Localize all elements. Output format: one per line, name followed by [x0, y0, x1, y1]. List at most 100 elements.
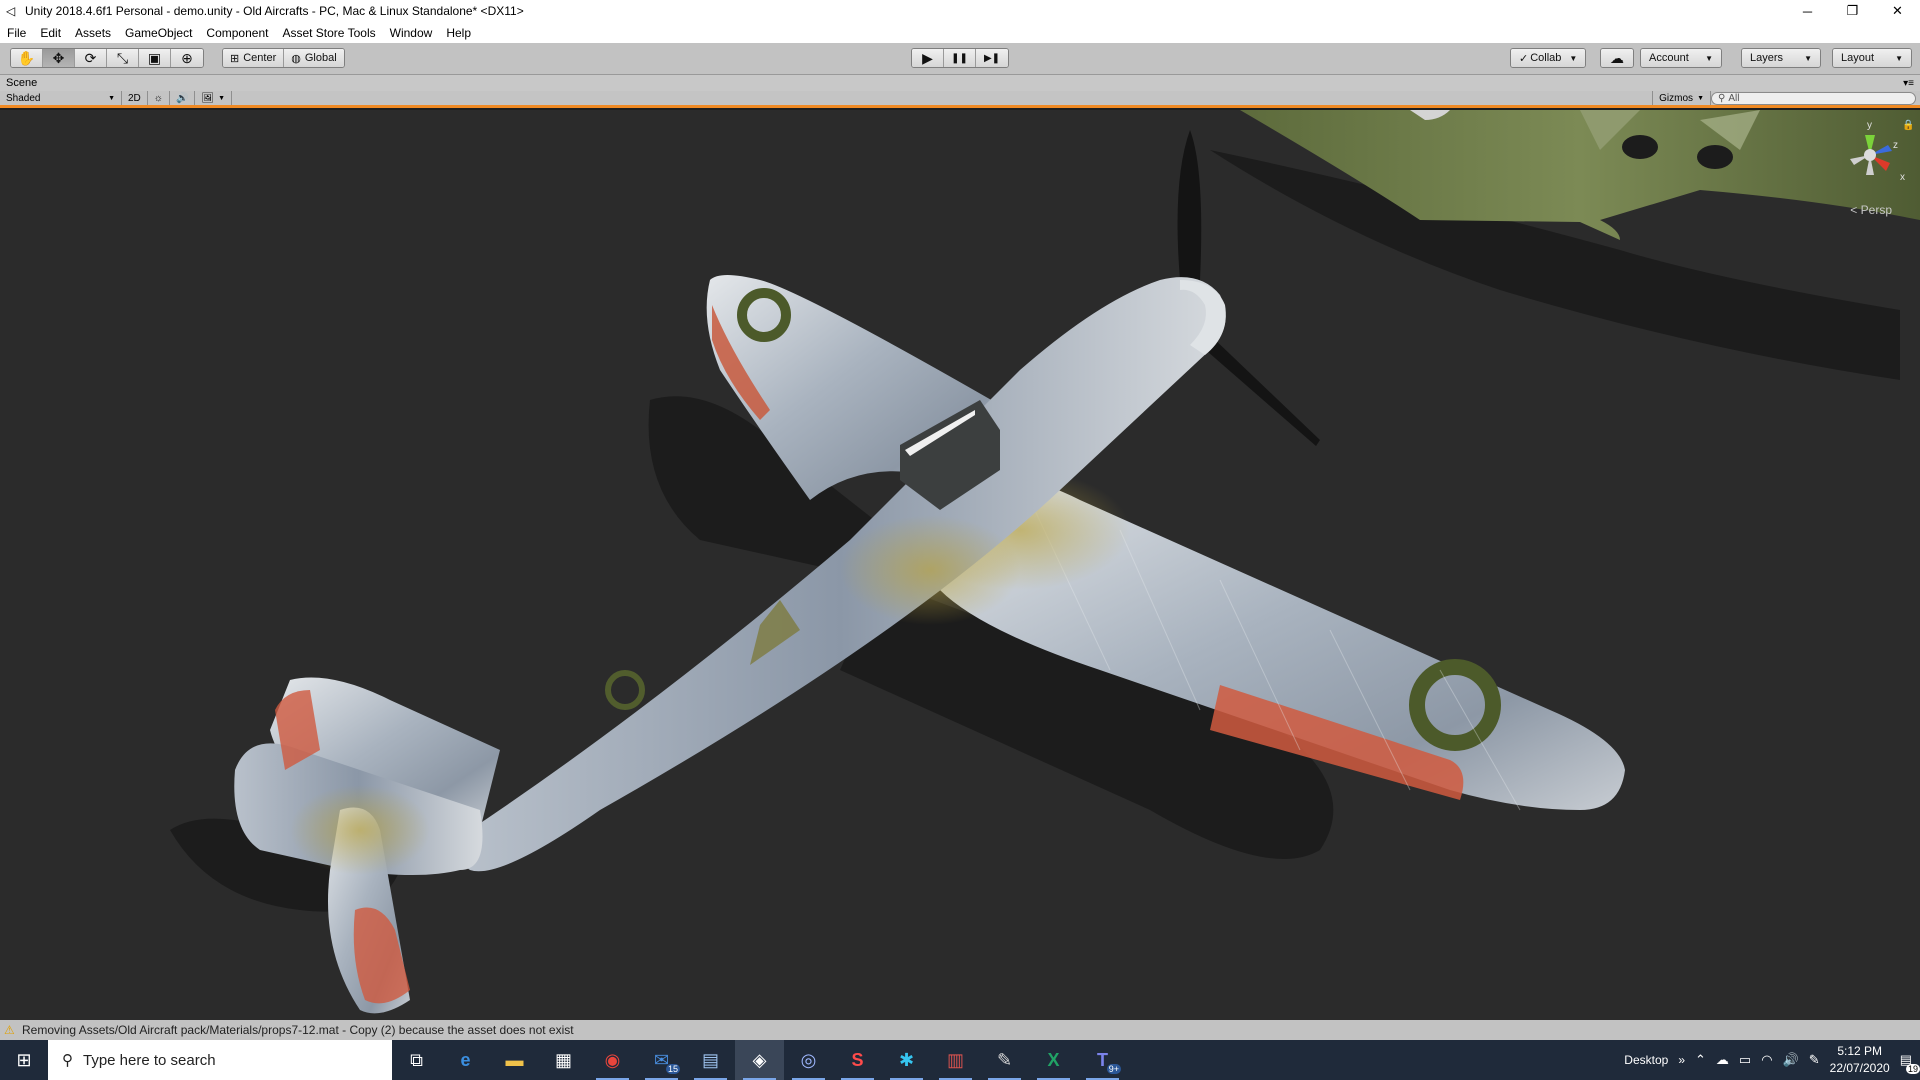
rotate-tool-button[interactable]: ⟳ [75, 49, 107, 67]
taskbar-app-slack[interactable]: ✱ [882, 1040, 931, 1080]
pause-button[interactable]: ❚❚ [944, 49, 976, 67]
title-bar: ◁ Unity 2018.4.6f1 Personal - demo.unity… [0, 0, 1920, 22]
chevron-down-icon: ▼ [1569, 53, 1578, 63]
layout-button[interactable]: Layout ▼ [1833, 49, 1911, 67]
gizmos-dropdown[interactable]: Gizmos ▼ [1652, 91, 1711, 105]
menu-help[interactable]: Help [439, 26, 478, 40]
lighting-toggle[interactable]: ☼ [148, 91, 170, 105]
tray-expand-icon[interactable]: ⌃ [1695, 1052, 1706, 1068]
taskbar-app-edge[interactable]: e [441, 1040, 490, 1080]
menu-file[interactable]: File [0, 26, 33, 40]
task-view-icon: ⧉ [410, 1049, 423, 1070]
tail [234, 677, 500, 1014]
unity-logo-icon: ◁ [6, 4, 16, 18]
status-bar[interactable]: ⚠ Removing Assets/Old Aircraft pack/Mate… [0, 1020, 1920, 1040]
onedrive-icon[interactable]: ☁ [1716, 1052, 1729, 1068]
taskbar-app-remote[interactable]: ▤ [686, 1040, 735, 1080]
pen-icon[interactable]: ✎ [1809, 1052, 1820, 1068]
taskbar-app-excel[interactable]: X [1029, 1040, 1078, 1080]
taskbar-search-input[interactable]: ⚲ Type here to search [48, 1040, 392, 1080]
taskbar-app-chrome[interactable]: ◉ [588, 1040, 637, 1080]
menu-gameobject[interactable]: GameObject [118, 26, 199, 40]
mail-badge: 15 [665, 1064, 680, 1074]
scene-toolbar: Shaded ▼ 2D ☼ 🔊 🖼 ▼ Gizmos ▼ ⚲ All [0, 91, 1920, 108]
taskbar-app-file-explorer[interactable]: ▬ [490, 1040, 539, 1080]
axis-z-label: z [1893, 140, 1898, 151]
cinema-icon: ◎ [800, 1049, 817, 1070]
layers-dropdown[interactable]: Layers ▼ [1741, 48, 1821, 68]
hand-tool-button[interactable]: ✋ [11, 49, 43, 67]
layers-button[interactable]: Layers ▼ [1742, 49, 1820, 67]
lock-icon: 🔒 [1902, 119, 1914, 131]
chrome-icon: ◉ [604, 1049, 621, 1070]
scene-search-input[interactable]: ⚲ All [1711, 91, 1916, 105]
folder-icon: ▬ [505, 1049, 524, 1070]
remote-desktop-icon: ▤ [701, 1049, 719, 1070]
projection-label[interactable]: < Persp [1850, 203, 1892, 217]
rect-tool-button[interactable]: ▣ [139, 49, 171, 67]
draw-mode-label: Shaded [6, 92, 41, 104]
wifi-icon[interactable]: ◠ [1761, 1052, 1772, 1068]
chevron-down-icon: ▼ [108, 94, 115, 102]
layout-dropdown[interactable]: Layout ▼ [1832, 48, 1912, 68]
menu-edit[interactable]: Edit [33, 26, 68, 40]
start-button[interactable]: ⊞ [0, 1040, 48, 1080]
chevron-down-icon: ▼ [1705, 53, 1713, 63]
transform-tool-button[interactable]: ⊕ [171, 49, 203, 67]
taskbar-app-mail[interactable]: ✉ 15 [637, 1040, 686, 1080]
search-icon: ⚲ [62, 1052, 73, 1069]
space-global-button[interactable]: ◍ Global [284, 49, 344, 67]
taskbar-app-teams[interactable]: T 9+ [1078, 1040, 1127, 1080]
taskbar-app-substance[interactable]: S [833, 1040, 882, 1080]
battery-icon[interactable]: ▭ [1739, 1052, 1751, 1068]
collab-button[interactable]: ✓ Collab ▼ [1511, 49, 1586, 67]
move-tool-button[interactable]: ✥ [43, 49, 75, 67]
taskbar-app-archive[interactable]: ▥ [931, 1040, 980, 1080]
substance-icon: S [851, 1049, 864, 1070]
effects-dropdown[interactable]: 🖼 ▼ [195, 91, 233, 105]
toggle-2d-button[interactable]: 2D [122, 91, 148, 105]
account-label: Account [1649, 52, 1689, 64]
notification-center-icon[interactable]: ▤ 19 [1900, 1052, 1920, 1074]
step-button[interactable]: ▶❚ [976, 49, 1008, 67]
scene-tab-header: Scene ▾≡ [0, 75, 1920, 91]
scale-tool-button[interactable]: ⤡ [107, 49, 139, 67]
taskbar-app-store[interactable]: ▦ [539, 1040, 588, 1080]
clock[interactable]: 5:12 PM 22/07/2020 [1830, 1043, 1890, 1077]
taskbar-app-task-view[interactable]: ⧉ [392, 1040, 441, 1080]
scene-viewport[interactable]: y z x 🔒 < Persp [0, 110, 1920, 1020]
tab-scene[interactable]: Scene [0, 77, 1903, 89]
draw-mode-dropdown[interactable]: Shaded ▼ [0, 91, 122, 105]
menu-asset-store-tools[interactable]: Asset Store Tools [275, 26, 382, 40]
menu-window[interactable]: Window [383, 26, 440, 40]
scene-render: y z x 🔒 [170, 110, 1920, 1014]
pivot-center-button[interactable]: ⊞ Center [223, 49, 285, 67]
taskbar-app-unity[interactable]: ◈ [735, 1040, 784, 1080]
taskbar-app-paint[interactable]: ✎ [980, 1040, 1029, 1080]
chevron-down-icon: ▼ [1697, 94, 1704, 102]
collab-label: Collab [1530, 52, 1562, 64]
account-dropdown[interactable]: Account ▼ [1640, 48, 1722, 68]
notification-count: 19 [1905, 1064, 1920, 1074]
taskbar-app-cinema[interactable]: ◎ [784, 1040, 833, 1080]
restore-button[interactable]: ❐ [1830, 0, 1875, 22]
pause-icon: ❚❚ [951, 52, 968, 64]
menu-assets[interactable]: Assets [68, 26, 118, 40]
desktop-toolbar-label[interactable]: Desktop [1624, 1053, 1668, 1067]
panel-menu-icon[interactable]: ▾≡ [1903, 78, 1920, 89]
play-button[interactable]: ▶ [912, 49, 944, 67]
paint-icon: ✎ [996, 1049, 1013, 1070]
close-button[interactable]: ✕ [1875, 0, 1920, 22]
collab-dropdown[interactable]: ✓ Collab ▼ [1510, 48, 1587, 68]
unity-icon: ◈ [752, 1049, 767, 1070]
audio-toggle[interactable]: 🔊 [170, 91, 196, 105]
volume-icon[interactable]: 🔊 [1783, 1052, 1799, 1068]
toolbar-chevron-icon[interactable]: » [1678, 1053, 1685, 1067]
chevron-down-icon: ▼ [218, 94, 226, 102]
menu-component[interactable]: Component [199, 26, 275, 40]
account-button[interactable]: Account ▼ [1641, 49, 1721, 67]
search-icon: ⚲ [1718, 92, 1726, 104]
cloud-button[interactable]: ☁ [1601, 49, 1633, 67]
status-message: Removing Assets/Old Aircraft pack/Materi… [22, 1023, 574, 1037]
minimize-button[interactable]: ─ [1785, 0, 1830, 22]
